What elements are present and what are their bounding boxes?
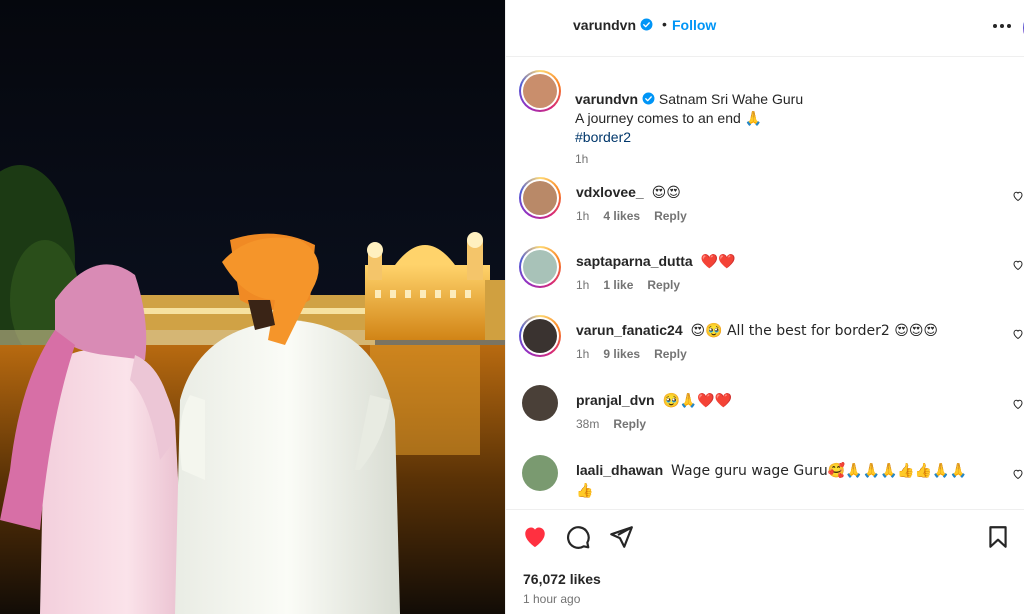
caption-time: 1h bbox=[575, 152, 589, 166]
reply-button[interactable]: Reply bbox=[613, 417, 646, 431]
comment-like-heart-icon[interactable] bbox=[1012, 398, 1024, 410]
comment-icon[interactable] bbox=[565, 524, 591, 550]
caption-line-1: Satnam Sri Wahe Guru bbox=[658, 91, 804, 107]
comment-meta: 38m Reply bbox=[576, 417, 646, 431]
header-separator: • bbox=[662, 16, 667, 32]
comment-text: laali_dhawan Wage guru wage Guru🥰🙏🙏🙏👍👍🙏🙏… bbox=[576, 462, 968, 499]
comment-likes[interactable]: 4 likes bbox=[603, 209, 640, 223]
author-username[interactable]: varundvn bbox=[573, 17, 653, 33]
comment-text: vdxlovee_ 😍😍 bbox=[576, 184, 681, 201]
comment-like-heart-icon[interactable] bbox=[1012, 328, 1024, 340]
comment-time: 38m bbox=[576, 417, 600, 431]
likes-count[interactable]: 76,072 likes bbox=[523, 571, 601, 587]
post-side-panel: varundvn • Follow varundvn Satnam Sri Wa… bbox=[505, 0, 1024, 614]
follow-button[interactable]: Follow bbox=[672, 17, 716, 33]
comment-avatar[interactable] bbox=[519, 246, 561, 288]
comment-username[interactable]: laali_dhawan bbox=[576, 462, 663, 478]
reply-button[interactable]: Reply bbox=[654, 347, 687, 361]
comment-avatar[interactable] bbox=[522, 385, 558, 421]
caption-text: varundvn Satnam Sri Wahe Guru A journey … bbox=[575, 90, 995, 147]
reply-button[interactable]: Reply bbox=[647, 278, 680, 292]
comment-text: pranjal_dvn 🥹🙏❤️❤️ bbox=[576, 392, 733, 409]
comment-avatar[interactable] bbox=[519, 177, 561, 219]
caption-avatar[interactable] bbox=[519, 70, 561, 112]
golden-temple-night-image bbox=[0, 0, 505, 614]
comment-like-heart-icon[interactable] bbox=[1012, 190, 1024, 202]
post-actions-footer: 76,072 likes 1 hour ago bbox=[506, 509, 1024, 614]
comment-likes[interactable]: 9 likes bbox=[603, 347, 640, 361]
heart-icon[interactable] bbox=[522, 524, 548, 550]
post-header: varundvn • Follow bbox=[506, 0, 1024, 57]
caption-hashtag[interactable]: #border2 bbox=[575, 128, 995, 147]
comment-time: 1h bbox=[576, 278, 590, 292]
comment-meta: 1h 4 likes Reply bbox=[576, 209, 687, 223]
comment-username[interactable]: pranjal_dvn bbox=[576, 392, 655, 408]
caption-username[interactable]: varundvn bbox=[575, 91, 638, 107]
comment-username[interactable]: vdxlovee_ bbox=[576, 184, 644, 200]
more-options-icon[interactable] bbox=[990, 14, 1014, 38]
comment-time: 1h bbox=[576, 347, 590, 361]
comment-text: saptaparna_dutta ❤️❤️ bbox=[576, 253, 736, 270]
instagram-post: varundvn • Follow varundvn Satnam Sri Wa… bbox=[0, 0, 1024, 614]
comment-meta: 1h 9 likes Reply bbox=[576, 347, 687, 361]
save-icon[interactable] bbox=[985, 524, 1011, 550]
share-icon[interactable] bbox=[608, 524, 634, 550]
comment-like-heart-icon[interactable] bbox=[1012, 468, 1024, 480]
comment-username[interactable]: saptaparna_dutta bbox=[576, 253, 693, 269]
comments-section[interactable]: varundvn Satnam Sri Wahe Guru A journey … bbox=[506, 57, 1024, 509]
verified-badge-icon bbox=[642, 92, 655, 105]
verified-badge-icon bbox=[640, 18, 653, 31]
post-photo[interactable] bbox=[0, 0, 505, 614]
comment-avatar[interactable] bbox=[522, 455, 558, 491]
caption-line-2: A journey comes to an end 🙏 bbox=[575, 110, 763, 126]
comment-text: varun_fanatic24 😍🥹 All the best for bord… bbox=[576, 322, 939, 339]
comment-avatar[interactable] bbox=[519, 315, 561, 357]
comment-likes[interactable]: 1 like bbox=[603, 278, 633, 292]
reply-button[interactable]: Reply bbox=[654, 209, 687, 223]
post-time[interactable]: 1 hour ago bbox=[523, 592, 580, 606]
comment-like-heart-icon[interactable] bbox=[1012, 259, 1024, 271]
comment-time: 1h bbox=[576, 209, 590, 223]
comment-meta: 1h 1 like Reply bbox=[576, 278, 680, 292]
comment-username[interactable]: varun_fanatic24 bbox=[576, 322, 683, 338]
